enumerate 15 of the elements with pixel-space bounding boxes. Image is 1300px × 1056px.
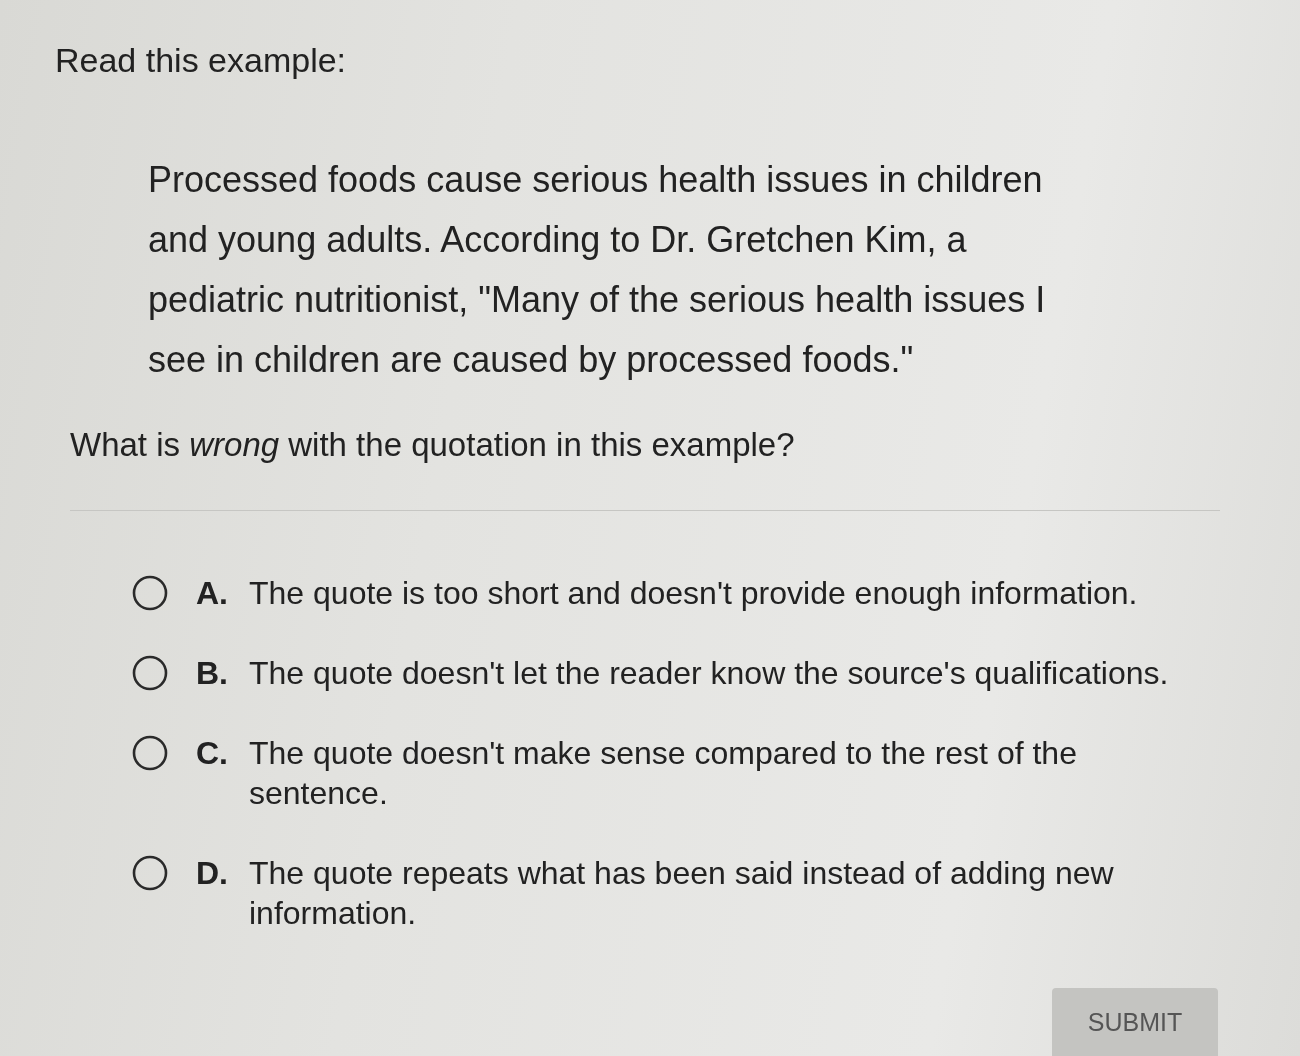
radio-button[interactable] (132, 655, 168, 691)
option-letter: B. (196, 654, 229, 693)
option-text: The quote doesn't let the reader know the source's qualifications. (249, 654, 1170, 693)
question-text: What is wrong with the quotation in this example? (70, 425, 796, 465)
intro-heading: Read this example: (55, 40, 348, 80)
option-letter: A. (196, 574, 229, 613)
option-text: The quote doesn't make sense compared to the rest of the sentence. (249, 734, 1078, 813)
example-passage: Processed foods cause serious health issues in children and young adults. According to Dr. Gretchen Kim, a pediatric nutritionist, "Many of the serious health issues I see in children are caused by processed foods." (148, 158, 1047, 382)
radio-button[interactable] (132, 575, 168, 611)
radio-button[interactable] (132, 735, 168, 771)
option-text: The quote repeats what has been said instead of adding new information. (249, 854, 1115, 933)
radio-button[interactable] (132, 855, 168, 891)
option-text: The quote is too short and doesn't provide enough information. (249, 574, 1139, 613)
option-letter: D. (196, 854, 229, 893)
option-letter: C. (196, 734, 229, 773)
